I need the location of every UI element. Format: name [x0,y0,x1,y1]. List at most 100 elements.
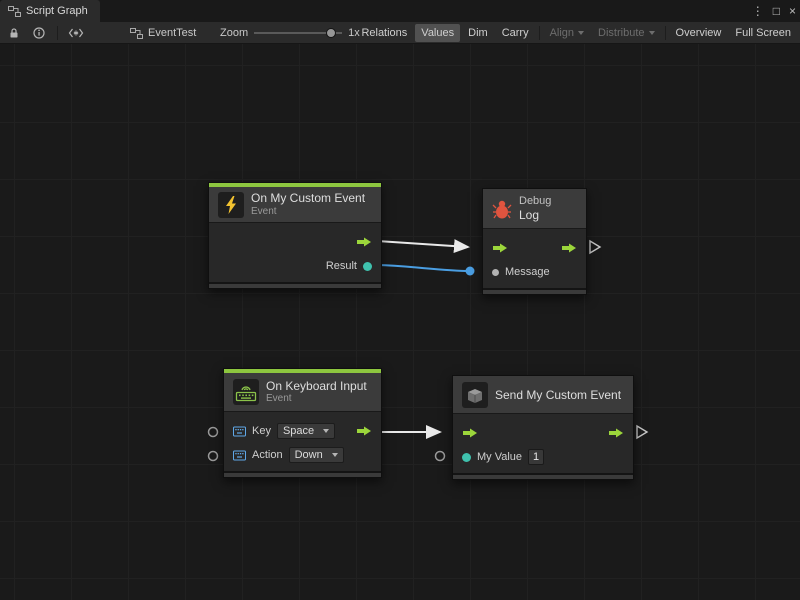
node-debug-log[interactable]: Debug Log Message [482,188,587,295]
node-send-my-custom-event[interactable]: Send My Custom Event My Value 1 [452,375,634,480]
unconnected-flow-port[interactable] [590,241,600,253]
unconnected-port[interactable] [209,428,218,437]
action-dropdown[interactable]: Down [289,447,344,463]
flow-ports-row[interactable] [453,421,633,445]
unconnected-flow-port[interactable] [637,426,647,438]
info-icon[interactable] [30,24,48,42]
flow-wire-custom-event-to-log[interactable] [378,241,468,247]
port-label: Message [505,266,550,278]
toolbar-left-group [5,22,85,44]
distribute-button[interactable]: Distribute [592,24,660,42]
graph-name: EventTest [148,27,196,39]
wire-endpoint[interactable] [466,267,475,276]
chevron-down-icon [323,429,329,433]
value-input-my-value-row[interactable]: My Value 1 [453,445,633,469]
action-dropdown-value: Down [295,449,323,461]
chevron-down-icon [332,453,338,457]
port-label: Key [252,425,271,437]
port-label: My Value [477,451,522,463]
flow-arrow-icon[interactable] [462,428,478,438]
node-subtitle: Event [251,206,365,218]
flow-output-port-row[interactable] [209,230,381,254]
align-button[interactable]: Align [544,24,590,42]
unconnected-port[interactable] [436,452,445,461]
code-view-icon[interactable] [67,24,85,42]
port-label: Result [326,260,357,272]
unconnected-port[interactable] [209,452,218,461]
flow-arrow-icon[interactable] [608,428,624,438]
node-header[interactable]: Send My Custom Event [453,376,633,414]
menu-icon[interactable]: ⋮ [752,0,764,22]
node-title: On Keyboard Input [266,379,367,393]
close-icon[interactable]: × [789,0,796,22]
toolbar-divider [539,26,540,40]
action-row: Action Down [224,443,381,467]
dim-button[interactable]: Dim [462,24,494,42]
node-header[interactable]: On My Custom Event Event [209,187,381,223]
graph-canvas[interactable]: On My Custom Event Event Result [0,44,800,600]
node-on-keyboard-input[interactable]: On Keyboard Input Event [223,368,382,478]
zoom-group: Zoom 1x [220,22,360,44]
key-input-icon[interactable] [233,450,246,461]
my-value-input[interactable]: 1 [528,449,544,465]
relations-button[interactable]: Relations [355,24,413,42]
carry-button[interactable]: Carry [496,24,535,42]
node-subtitle: Event [266,393,367,405]
node-title: Send My Custom Event [495,388,621,402]
connection-wires [0,44,800,600]
flow-arrow-icon[interactable] [561,243,577,253]
value-input-message-row[interactable]: Message [483,260,586,284]
align-label: Align [550,27,574,39]
node-body: Key Space [224,412,381,471]
window-controls: ⋮ □ × [752,0,796,22]
key-input-icon[interactable] [233,426,246,437]
lock-icon[interactable] [5,24,23,42]
keyboard-icon [233,379,259,405]
node-footer [483,288,586,294]
graph-name-group[interactable]: EventTest [130,22,196,44]
toolbar-divider [57,26,58,40]
node-footer [209,282,381,288]
value-port-icon[interactable] [363,262,372,271]
tab-bar: Script Graph ⋮ □ × [0,0,800,22]
node-category: Debug [519,195,551,208]
distribute-label: Distribute [598,27,644,39]
bug-icon [492,199,512,219]
value-output-result-row[interactable]: Result [209,254,381,278]
flow-ports-row[interactable] [483,236,586,260]
full-screen-button[interactable]: Full Screen [729,24,797,42]
lightning-icon [218,192,244,218]
key-dropdown-value: Space [283,425,314,437]
flow-arrow-icon[interactable] [356,426,372,436]
node-on-my-custom-event[interactable]: On My Custom Event Event Result [208,182,382,289]
node-footer [453,473,633,479]
node-header[interactable]: Debug Log [483,189,586,229]
port-label: Action [252,449,283,461]
node-title: On My Custom Event [251,191,365,205]
graph-toolbar: EventTest Zoom 1x Relations Values Dim C… [0,22,800,44]
chevron-down-icon [578,31,584,35]
node-title: Log [519,208,551,222]
chevron-down-icon [649,31,655,35]
node-header[interactable]: On Keyboard Input Event [224,373,381,412]
tab-script-graph[interactable]: Script Graph [0,0,100,22]
value-wire-result-to-message[interactable] [372,265,470,271]
values-button[interactable]: Values [415,24,460,42]
node-footer [224,471,381,477]
flow-arrow-icon[interactable] [356,237,372,247]
zoom-label: Zoom [220,27,248,39]
zoom-slider[interactable] [254,26,342,40]
value-port-icon[interactable] [462,453,471,462]
tab-title: Script Graph [26,5,88,17]
key-row: Key Space [224,419,381,443]
unity-graph-window: Script Graph ⋮ □ × [0,0,800,600]
key-dropdown[interactable]: Space [277,423,335,439]
flow-arrow-icon[interactable] [492,243,508,253]
overview-button[interactable]: Overview [670,24,728,42]
zoom-slider-handle[interactable] [326,28,336,38]
node-body: Message [483,229,586,288]
value-port-icon[interactable] [492,269,499,276]
event-box-icon [462,382,488,408]
toolbar-divider [665,26,666,40]
maximize-icon[interactable]: □ [773,0,780,22]
